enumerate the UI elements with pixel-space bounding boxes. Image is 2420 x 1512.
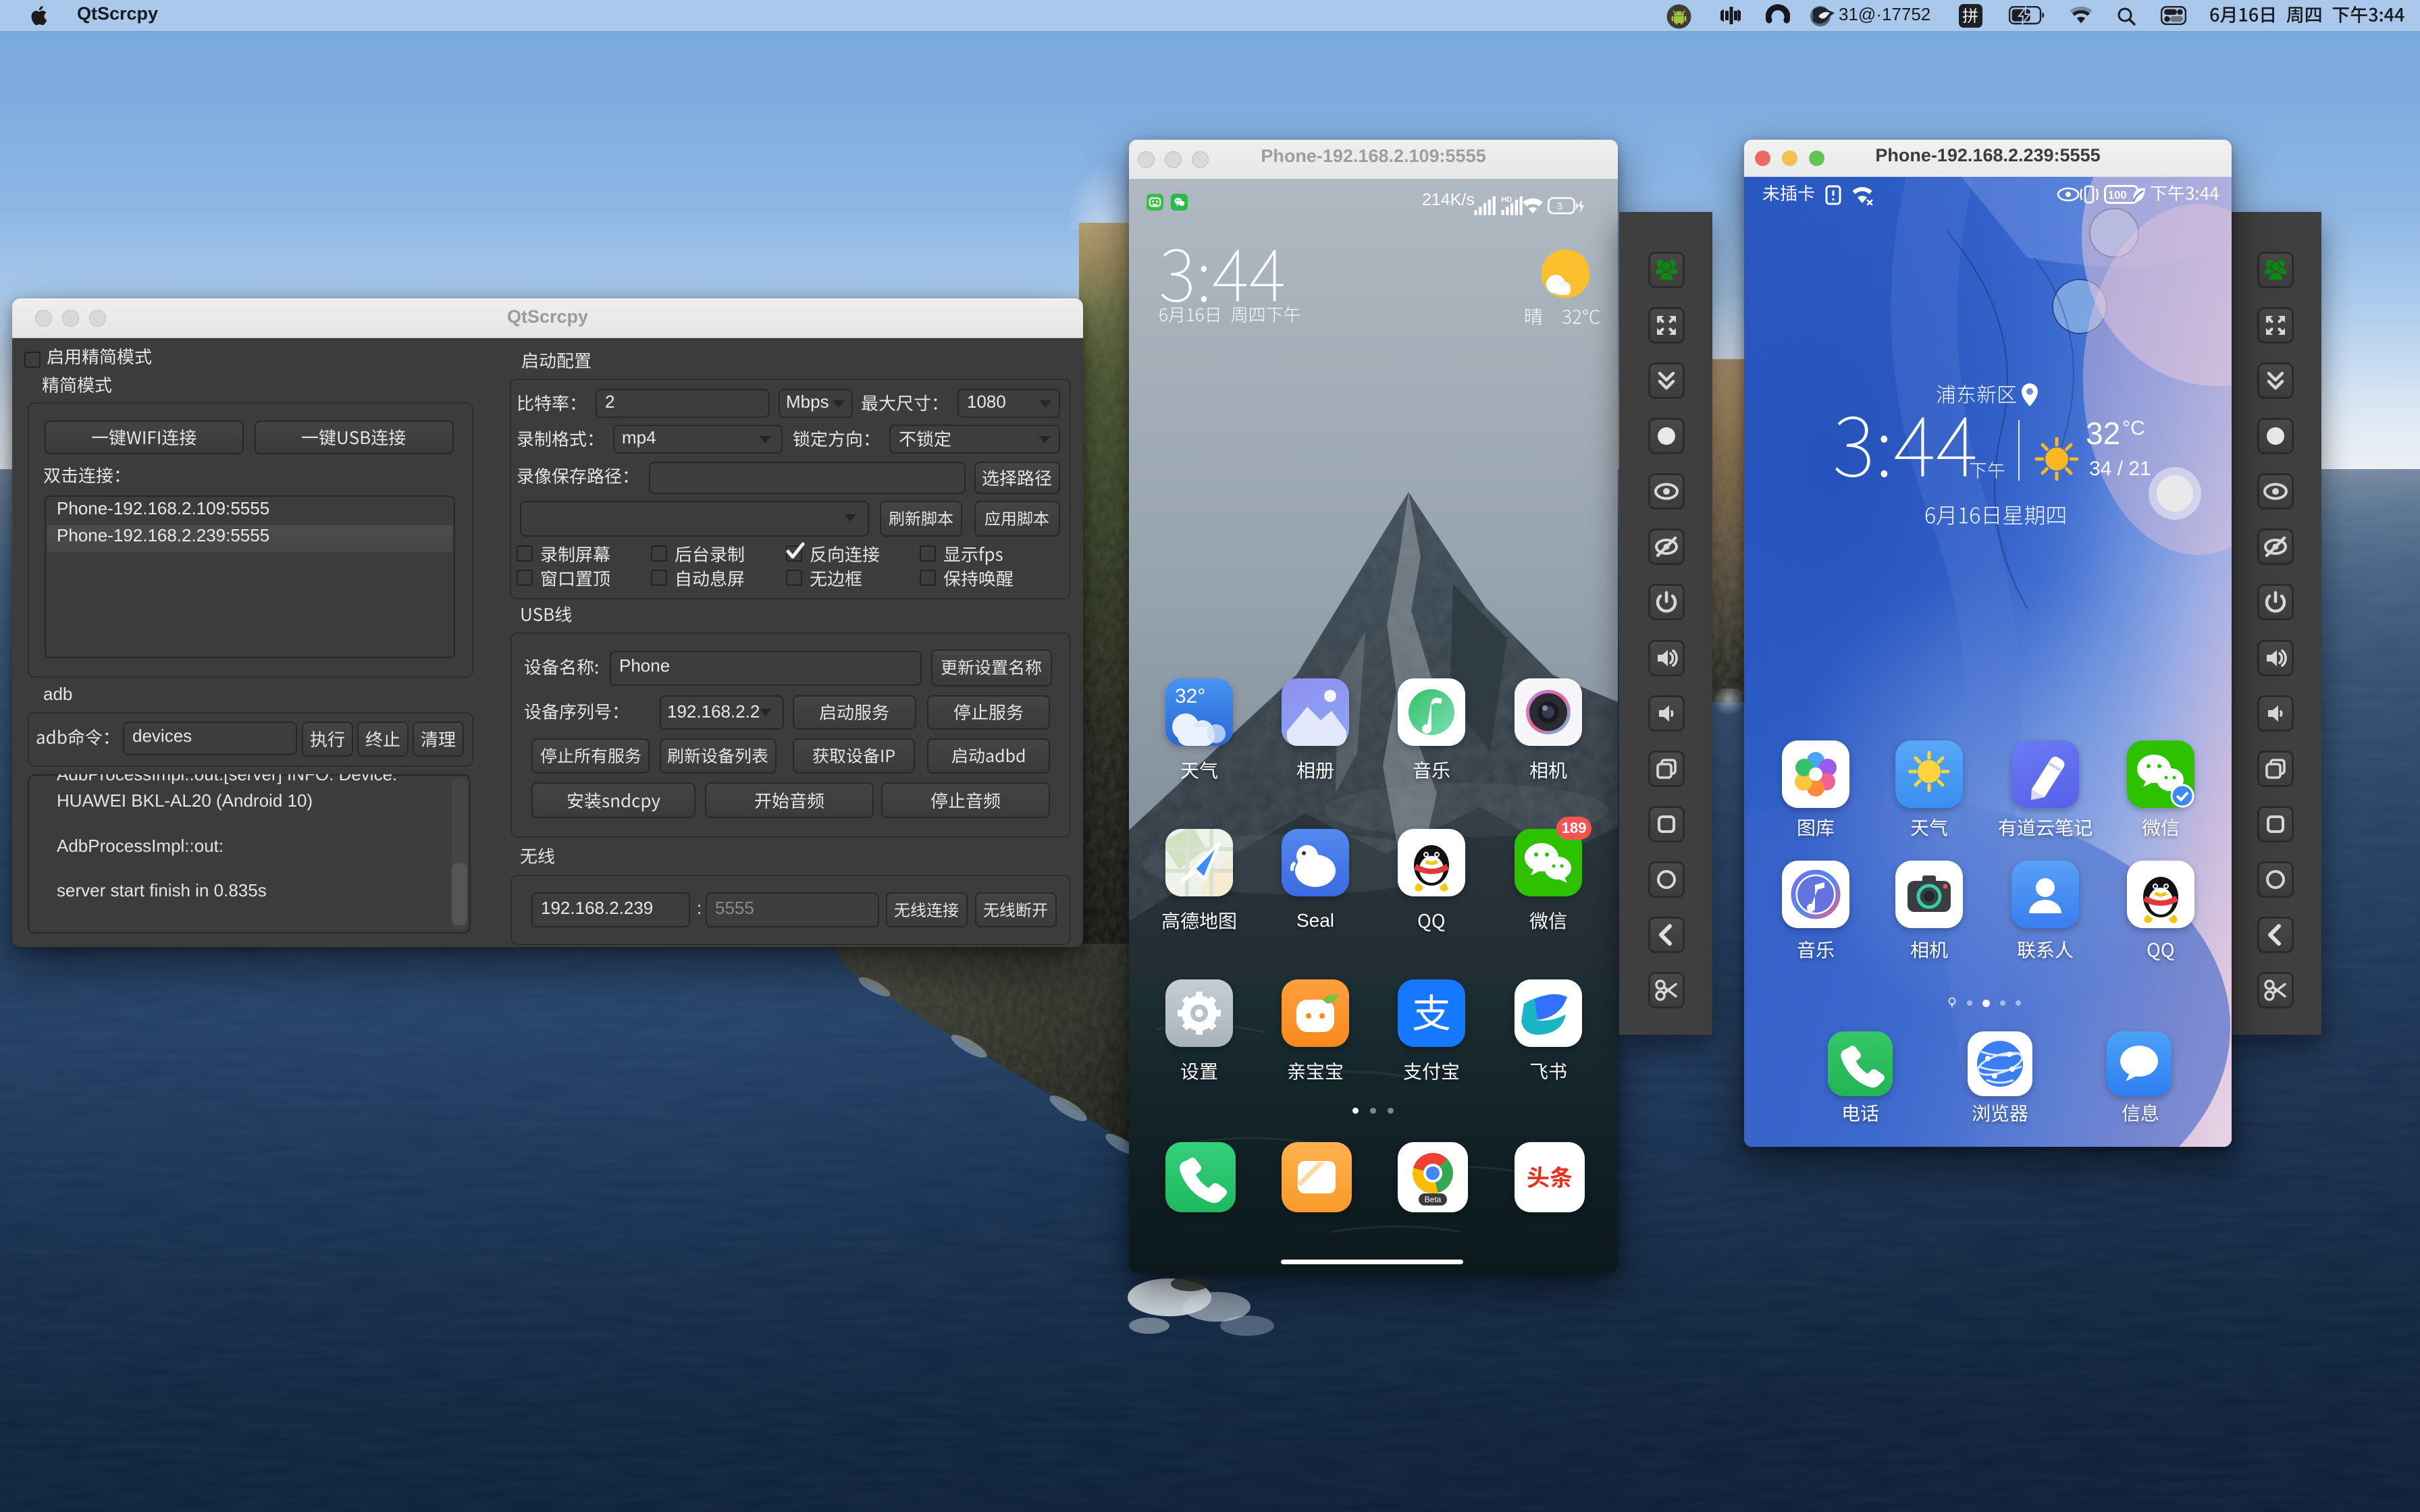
svg-text:100: 100 (2108, 190, 2127, 202)
svg-text:HD: HD (1501, 196, 1512, 204)
svg-text:3: 3 (1557, 201, 1562, 212)
